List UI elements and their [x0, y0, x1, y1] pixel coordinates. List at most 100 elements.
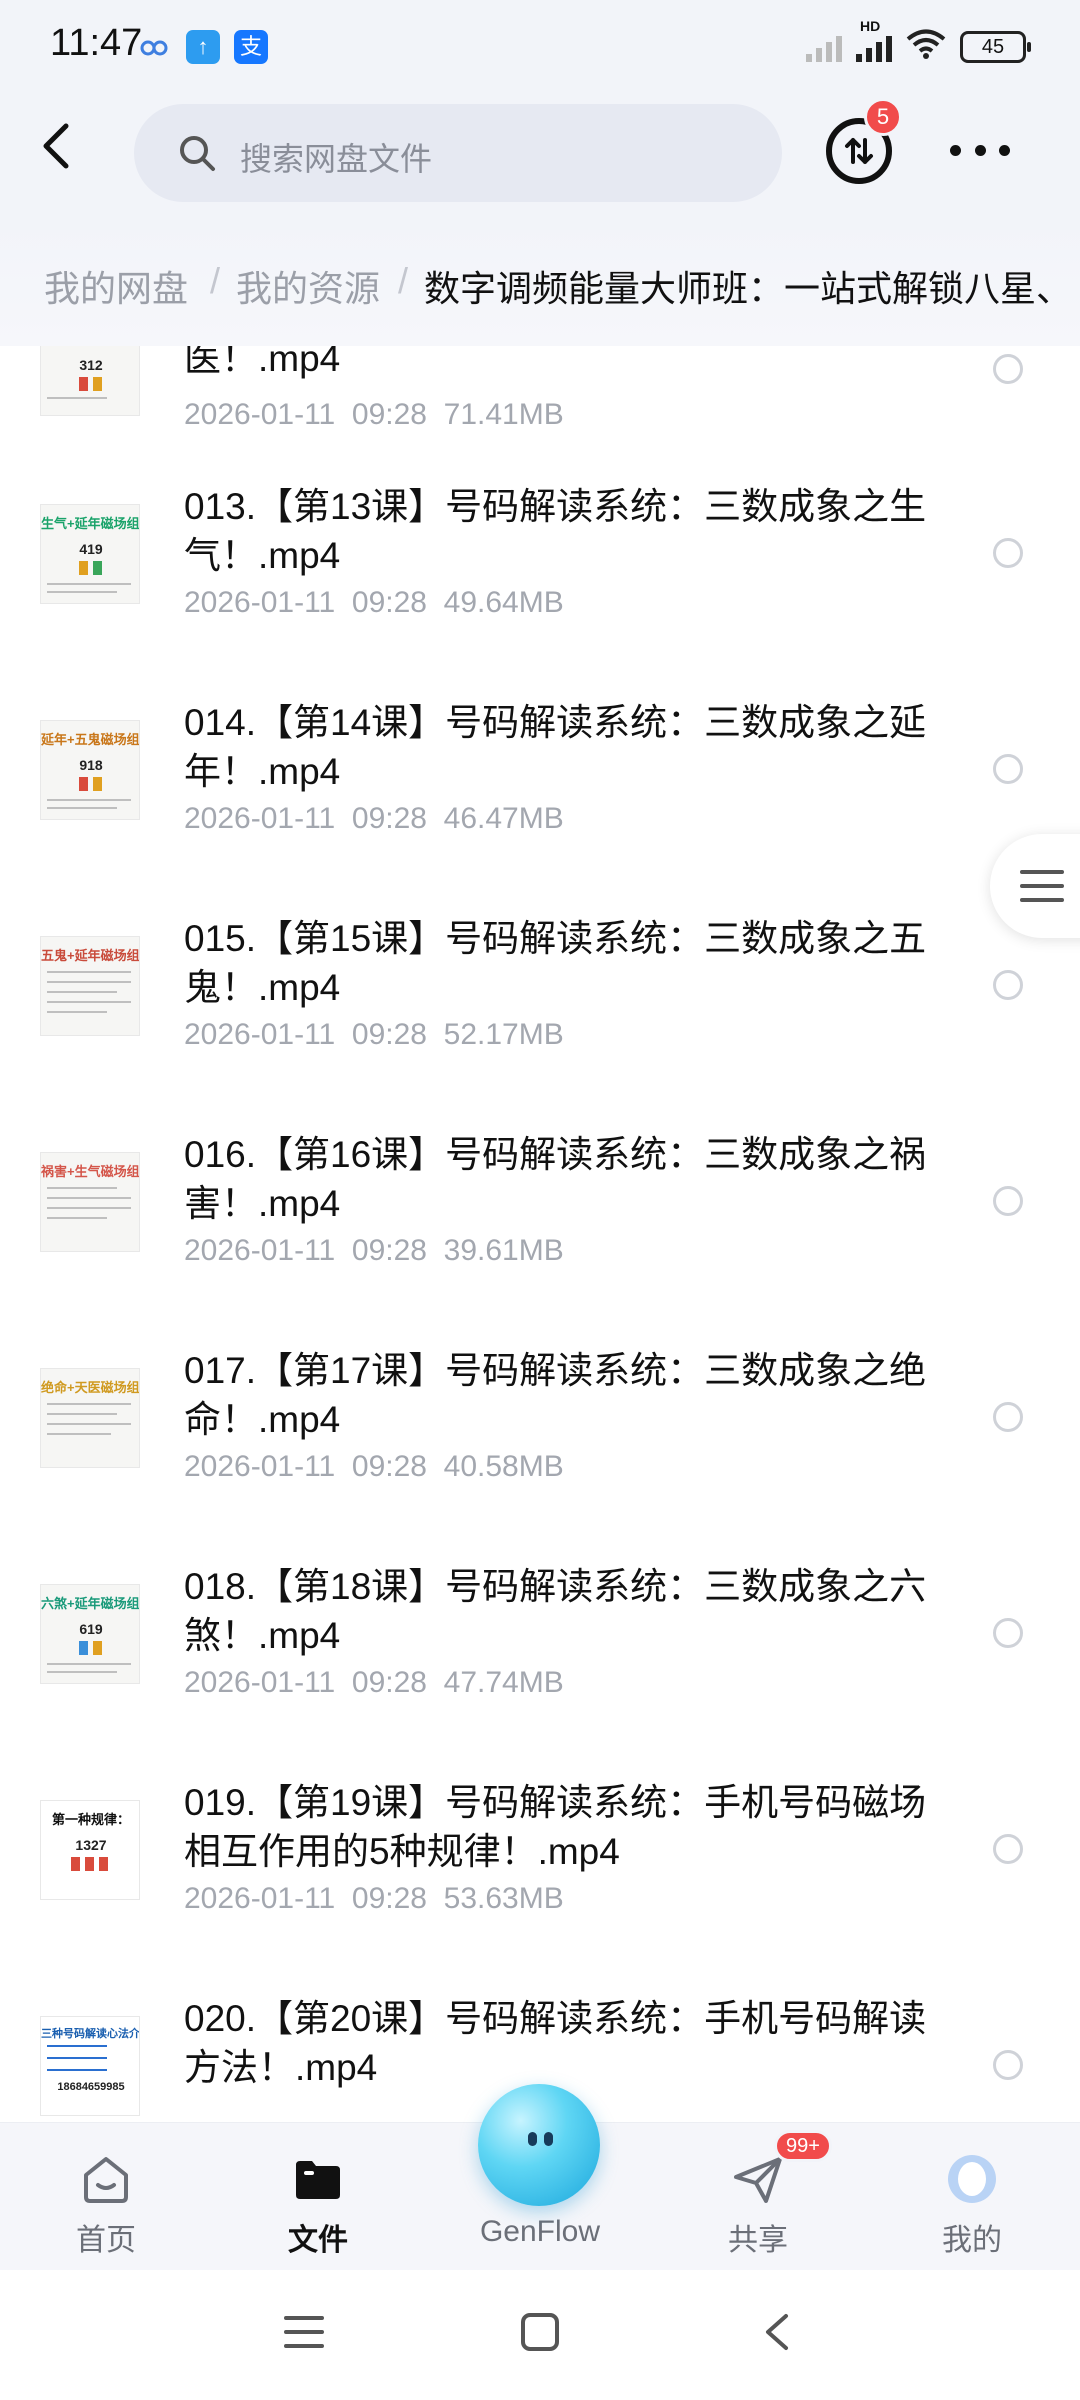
file-date: 2026-01-11 — [184, 586, 336, 619]
nav-share-label: 共享 — [728, 2224, 788, 2257]
breadcrumb-root[interactable]: 我的网盘 — [44, 260, 188, 312]
file-name: 017.【第17课】号码解读系统：三数成象之绝命！.mp4 — [184, 1350, 927, 1440]
file-row[interactable]: 六煞+延年磁场组合 619 018.【第18课】号码解读系统：三数成象之六煞！.… — [0, 1524, 1080, 1740]
file-row[interactable]: 第一种规律： 1327 019.【第19课】号码解读系统：手机号码磁场相互作用的… — [0, 1740, 1080, 1956]
file-row[interactable]: 生气+延年磁场组合 419 013.【第13课】号码解读系统：三数成象之生气！.… — [0, 444, 1080, 660]
file-size: 49.64MB — [443, 586, 564, 619]
select-checkbox[interactable] — [993, 1618, 1023, 1648]
folder-icon — [296, 2161, 340, 2199]
network-type-label: HD — [860, 17, 881, 34]
search-input[interactable]: 搜索网盘文件 — [134, 104, 782, 202]
battery-icon: 45 — [960, 30, 1031, 63]
select-checkbox[interactable] — [993, 2050, 1023, 2080]
file-meta: 2026-01-11 09:28 53.63MB — [184, 1882, 564, 1916]
file-size: 52.17MB — [443, 1018, 564, 1051]
home-button[interactable] — [520, 2312, 560, 2352]
menu-icon — [284, 2316, 324, 2348]
file-meta: 2026-01-11 09:28 52.17MB — [184, 1018, 564, 1052]
thumbnail-title: 绝命+天医磁场组合 — [41, 1380, 140, 1395]
system-back-button[interactable] — [758, 2312, 798, 2352]
nav-home-label: 首页 — [76, 2224, 136, 2257]
file-row[interactable]: 祸害+生气磁场组合 016.【第16课】号码解读系统：三数成象之祸害！.mp4 … — [0, 1092, 1080, 1308]
file-row[interactable]: 绝命+天医磁场组合 017.【第17课】号码解读系统：三数成象之绝命！.mp4 … — [0, 1308, 1080, 1524]
search-icon — [180, 136, 215, 171]
thumbnail-number: 312 — [79, 357, 103, 373]
nav-files[interactable]: 文件 — [238, 2123, 398, 2271]
share-badge: 99+ — [774, 2130, 832, 2162]
thumbnail-number: 1327 — [75, 1837, 107, 1853]
file-date: 2026-01-11 — [184, 802, 336, 835]
file-meta: 2026-01-11 09:28 49.64MB — [184, 586, 564, 620]
select-checkbox[interactable] — [993, 970, 1023, 1000]
video-thumbnail: 生气+延年磁场组合 419 — [40, 504, 140, 604]
system-nav-bar — [0, 2270, 1080, 2400]
signal-icon-secondary — [806, 32, 842, 62]
file-name: 019.【第19课】号码解读系统：手机号码磁场相互作用的5种规律！.mp4 — [184, 1782, 927, 1872]
file-time: 09:28 — [351, 1450, 427, 1483]
search-placeholder: 搜索网盘文件 — [240, 141, 433, 177]
file-row[interactable]: 延年+五鬼磁场组合 918 014.【第14课】号码解读系统：三数成象之延年！.… — [0, 660, 1080, 876]
breadcrumb-level1[interactable]: 我的资源 — [236, 260, 380, 312]
file-date: 2026-01-11 — [184, 1234, 336, 1267]
video-thumbnail: 六煞+延年磁场组合 619 — [40, 1584, 140, 1684]
more-options-button[interactable] — [950, 142, 1010, 158]
file-meta: 2026-01-11 09:28 71.41MB — [184, 398, 564, 432]
genflow-assistant-icon[interactable] — [478, 2084, 600, 2206]
thumbnail-title: 三种号码解读心法介绍 — [41, 2028, 140, 2040]
select-checkbox[interactable] — [993, 1402, 1023, 1432]
select-checkbox[interactable] — [993, 1186, 1023, 1216]
file-time: 09:28 — [351, 1666, 427, 1699]
select-checkbox[interactable] — [993, 354, 1023, 384]
transfer-arrows-icon — [845, 138, 873, 164]
thumbnail-title: 祸害+生气磁场组合 — [41, 1164, 140, 1179]
back-button[interactable] — [30, 116, 90, 176]
status-bar: 11:47 ↑ 支 HD 45 — [0, 0, 1080, 96]
select-checkbox[interactable] — [993, 754, 1023, 784]
video-thumbnail: 祸害+生气磁场组合 — [40, 1152, 140, 1252]
file-size: 53.63MB — [443, 1882, 564, 1915]
top-bar: 搜索网盘文件 5 — [0, 96, 1080, 216]
file-size: 46.47MB — [443, 802, 564, 835]
file-name: 医！.mp4 — [184, 346, 341, 379]
triangle-back-icon — [766, 2314, 788, 2350]
nav-genflow-label: GenFlow — [479, 2215, 601, 2248]
square-icon — [521, 2313, 559, 2351]
thumbnail-title: 六煞+延年磁场组合 — [41, 1596, 140, 1611]
thumbnail-number: 619 — [79, 1621, 103, 1637]
chevron-left-icon — [43, 123, 69, 169]
file-meta: 2026-01-11 09:28 40.58MB — [184, 1450, 564, 1484]
video-thumbnail: 三种号码解读心法介绍 18684659985 — [40, 2016, 140, 2116]
video-thumbnail: 312 — [40, 346, 140, 416]
video-thumbnail: 五鬼+延年磁场组合 — [40, 936, 140, 1036]
file-time: 09:28 — [351, 1882, 427, 1915]
file-time: 09:28 — [351, 398, 427, 431]
upload-app-icon: ↑ — [186, 30, 220, 64]
file-list: 312 医！.mp4 2026-01-11 09:28 71.41MB 生气+延… — [0, 346, 1080, 2122]
nav-me[interactable]: 我的 — [892, 2123, 1052, 2271]
file-size: 47.74MB — [443, 1666, 564, 1699]
select-checkbox[interactable] — [993, 1834, 1023, 1864]
file-name: 015.【第15课】号码解读系统：三数成象之五鬼！.mp4 — [184, 918, 927, 1008]
nav-files-label: 文件 — [288, 2224, 348, 2257]
video-thumbnail: 延年+五鬼磁场组合 918 — [40, 720, 140, 820]
file-meta: 2026-01-11 09:28 39.61MB — [184, 1234, 564, 1268]
file-meta: 2026-01-11 09:28 46.47MB — [184, 802, 564, 836]
thumbnail-title: 第一种规律： — [51, 1812, 130, 1827]
nav-me-label: 我的 — [942, 2224, 1002, 2257]
recent-apps-button[interactable] — [284, 2314, 324, 2350]
file-name: 014.【第14课】号码解读系统：三数成象之延年！.mp4 — [184, 702, 927, 792]
file-date: 2026-01-11 — [184, 1450, 336, 1483]
status-time: 11:47 — [50, 22, 143, 64]
file-size: 39.61MB — [443, 1234, 564, 1267]
thumbnail-title: 生气+延年磁场组合 — [41, 516, 140, 531]
file-row[interactable]: 五鬼+延年磁场组合 015.【第15课】号码解读系统：三数成象之五鬼！.mp4 … — [0, 876, 1080, 1092]
file-date: 2026-01-11 — [184, 1882, 336, 1915]
file-name: 013.【第13课】号码解读系统：三数成象之生气！.mp4 — [184, 486, 927, 576]
file-name: 016.【第16课】号码解读系统：三数成象之祸害！.mp4 — [184, 1134, 927, 1224]
breadcrumb: 我的网盘 / 我的资源 / 数字调频能量大师班：一站式解锁八星、 — [0, 216, 1080, 346]
home-icon — [84, 2157, 128, 2203]
nav-home[interactable]: 首页 — [26, 2123, 186, 2271]
transfer-badge: 5 — [864, 98, 902, 136]
file-date: 2026-01-11 — [184, 398, 336, 431]
select-checkbox[interactable] — [993, 538, 1023, 568]
